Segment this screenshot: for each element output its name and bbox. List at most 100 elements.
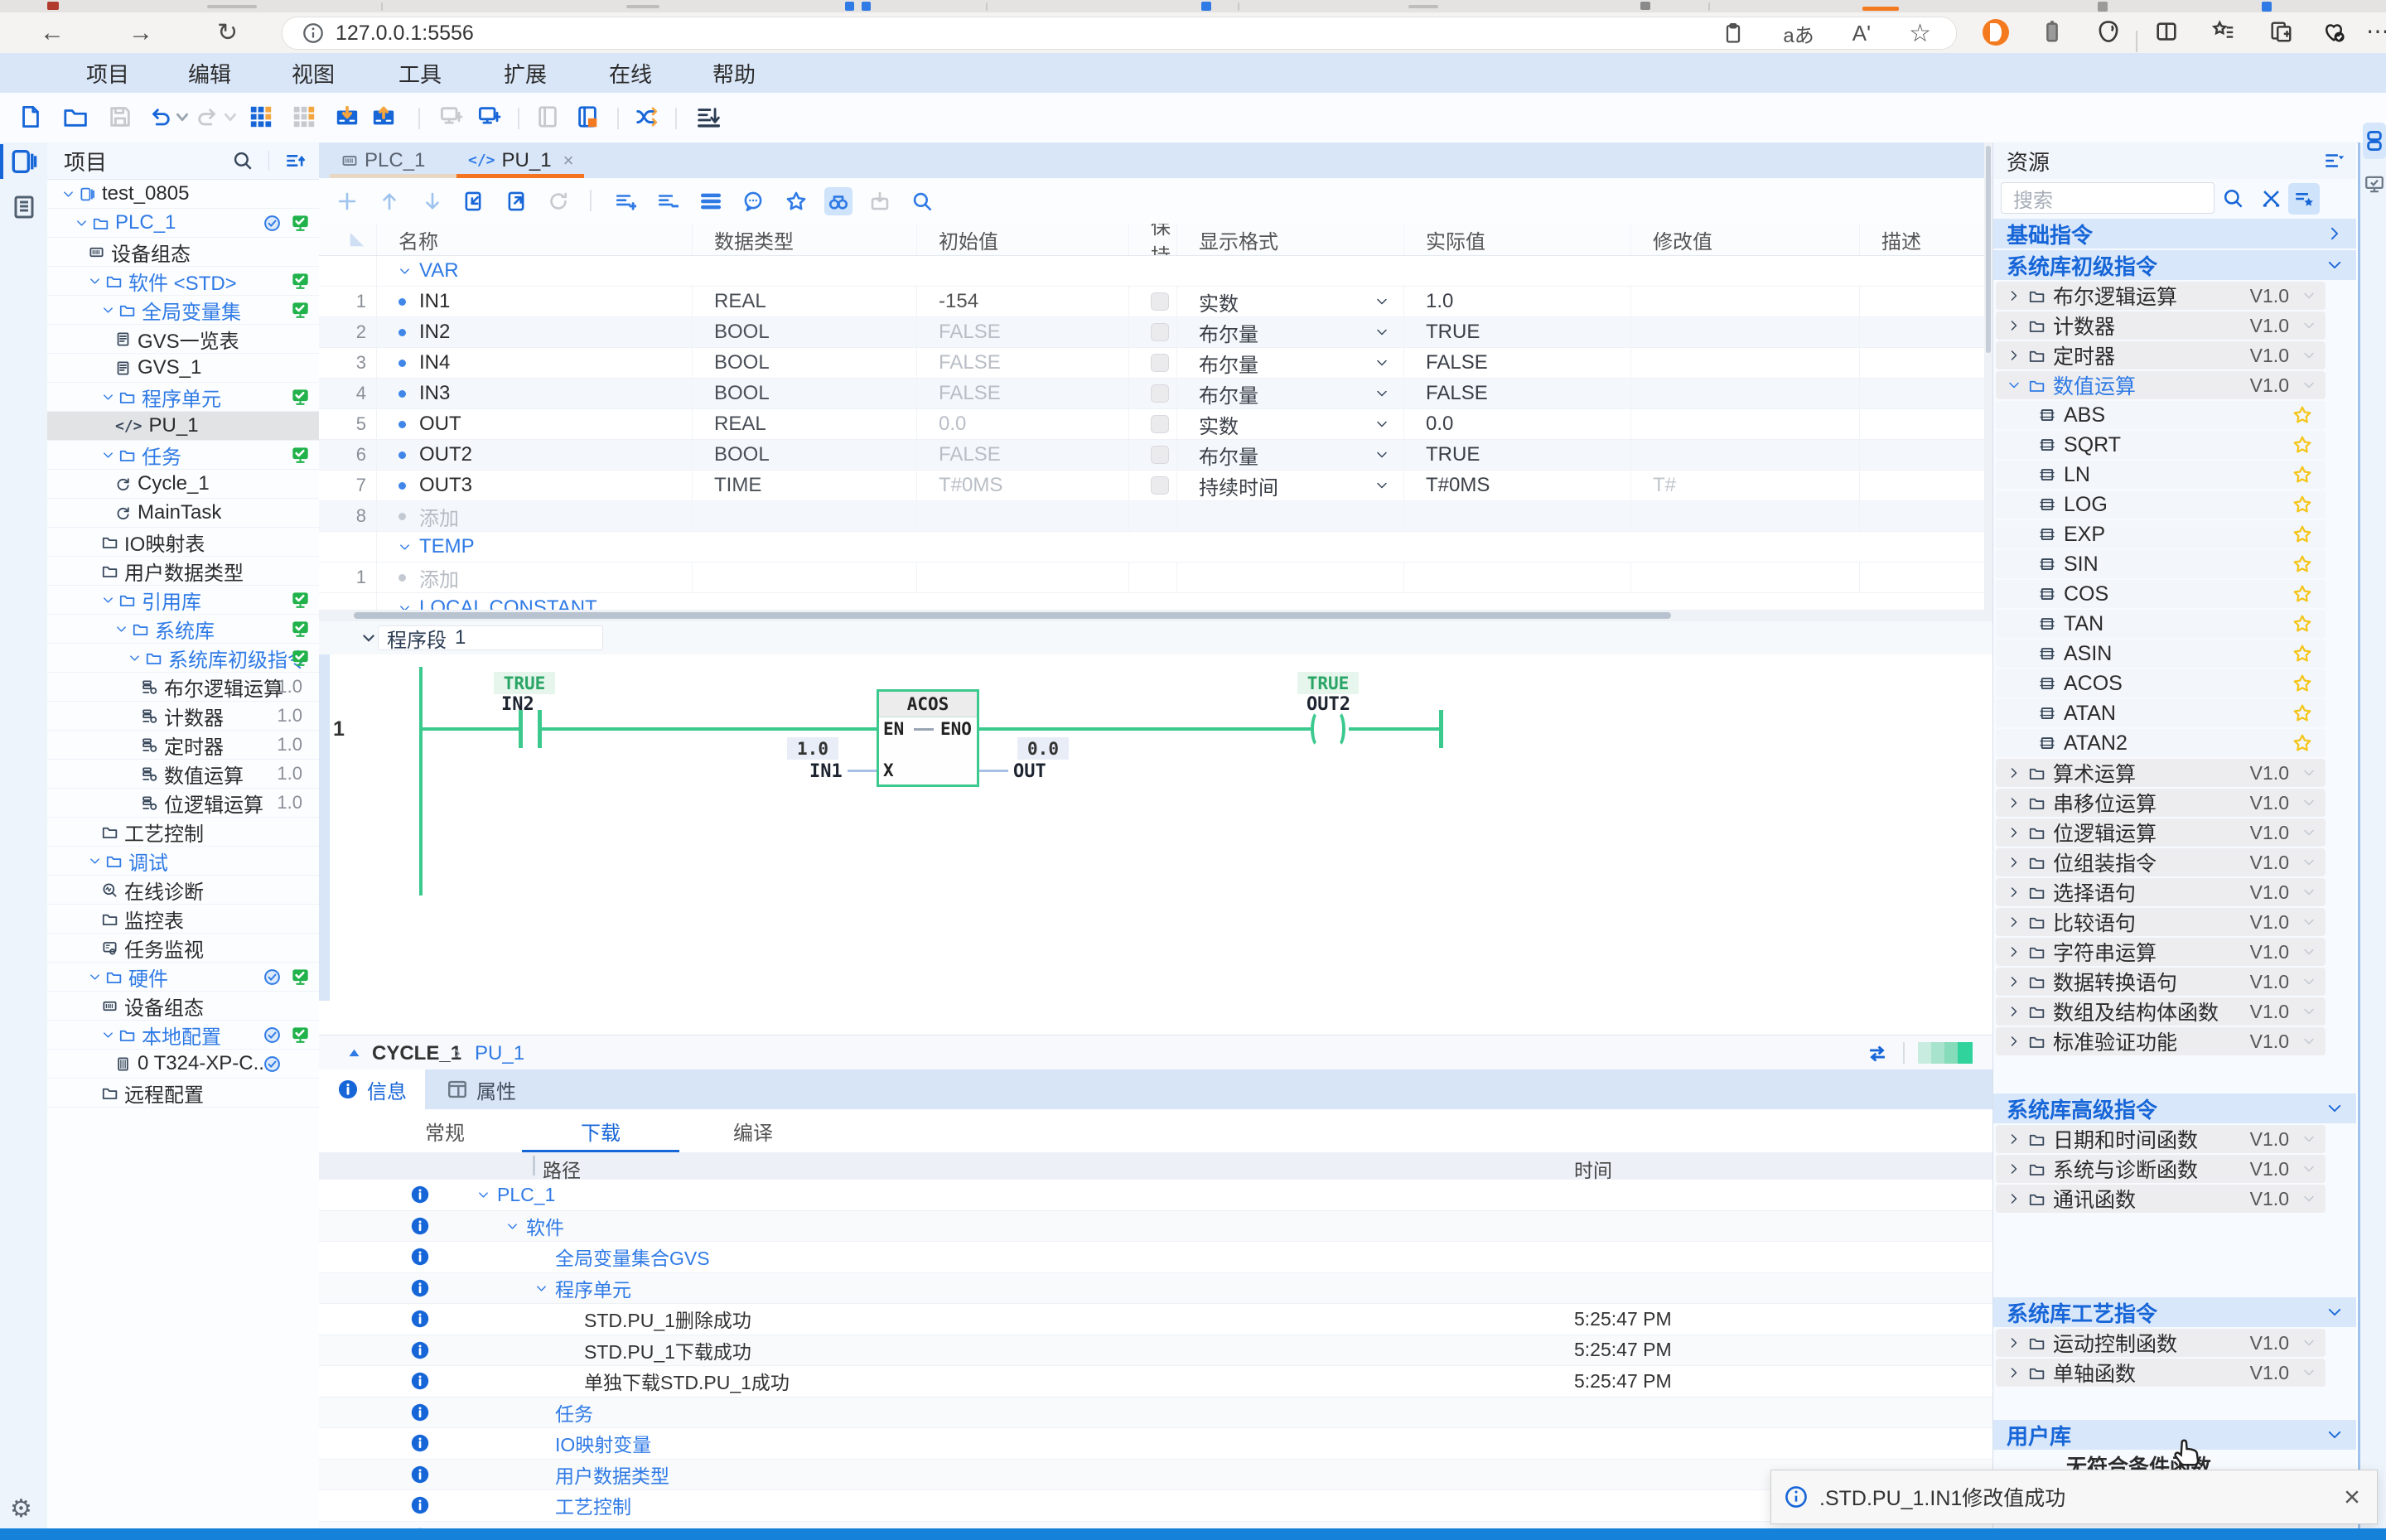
clipboard-icon[interactable] <box>1722 22 1745 45</box>
chevron-right-icon[interactable] <box>2007 1162 2021 1176</box>
tree-item--[interactable]: 全局变量集 <box>47 296 319 325</box>
retain-checkbox[interactable] <box>1151 415 1169 433</box>
chevron-down-icon[interactable] <box>1375 356 1389 369</box>
chevron-down-icon[interactable] <box>2302 319 2316 332</box>
cell-display-format[interactable]: 布尔量 <box>1177 348 1404 378</box>
chevron-down-icon[interactable] <box>102 304 114 316</box>
compile-grid-icon[interactable] <box>249 104 273 129</box>
add-variable-row[interactable]: 8添加 <box>319 501 1992 532</box>
cell-modify-value[interactable] <box>1631 287 1860 316</box>
input-operand-label[interactable]: IN1 <box>809 761 843 782</box>
project-panel-icon[interactable] <box>10 147 38 176</box>
favorite-star-icon[interactable] <box>2292 614 2312 634</box>
chevron-down-icon[interactable] <box>89 275 101 287</box>
extension-battery-icon[interactable] <box>2040 19 2065 44</box>
retain-checkbox[interactable] <box>1151 446 1169 464</box>
table-vertical-scrollbar[interactable] <box>1984 142 1992 610</box>
chevron-down-icon[interactable] <box>2302 289 2316 302</box>
list-view-icon[interactable] <box>697 187 725 215</box>
log-row[interactable]: 任务 <box>319 1398 1992 1429</box>
resources-search-input[interactable]: 搜索 <box>2001 182 2215 214</box>
variable-row-out3[interactable]: 7OUT3TIMET#0MS持续时间T#0MST# <box>319 471 1992 501</box>
chevron-down-icon[interactable] <box>2302 1035 2316 1048</box>
tree-item--[interactable]: 远程配置 <box>47 1079 319 1108</box>
redo-icon[interactable] <box>196 104 220 129</box>
tree-item-gvs-[interactable]: GVS一览表 <box>47 325 319 354</box>
tree-item--[interactable]: 程序单元 <box>47 383 319 412</box>
chevron-down-icon[interactable] <box>535 1282 548 1295</box>
sync-values-icon[interactable] <box>1867 1043 1888 1064</box>
cell-display-format[interactable]: 实数 <box>1177 287 1404 316</box>
log-link[interactable]: 程序单元 <box>555 1274 631 1302</box>
tree-item--[interactable]: 设备组态 <box>47 992 319 1021</box>
insert-network-icon[interactable] <box>611 187 640 215</box>
chevron-right-icon[interactable] <box>2007 975 2021 988</box>
favorite-star-icon[interactable] <box>2292 495 2312 514</box>
tree-item--[interactable]: 调试 <box>47 847 319 876</box>
chevron-down-icon[interactable] <box>2302 379 2316 392</box>
log-row[interactable]: 单独下载STD.PU_1成功5:25:47 PM <box>319 1366 1992 1398</box>
translate-icon[interactable]: aあ <box>1783 19 1814 48</box>
cell-display-format[interactable]: 布尔量 <box>1177 379 1404 408</box>
select-all-corner[interactable] <box>319 224 377 255</box>
chevron-down-icon[interactable] <box>102 449 114 461</box>
log-link[interactable]: 全局变量集合GVS <box>555 1243 710 1271</box>
redo-arrow-icon[interactable] <box>218 104 243 129</box>
chevron-down-icon[interactable] <box>2302 1162 2316 1176</box>
favorites-bar-icon[interactable] <box>2210 19 2235 44</box>
cell-display-format[interactable] <box>1177 562 1404 592</box>
compare-icon[interactable] <box>635 104 659 129</box>
search-icon[interactable] <box>2222 187 2244 210</box>
chevron-down-icon[interactable] <box>89 855 101 867</box>
coil-label[interactable]: OUT2 <box>1307 694 1350 715</box>
cell-modify-value[interactable] <box>1631 348 1860 378</box>
tree-item--[interactable]: 设备组态 <box>47 238 319 267</box>
resources-folder-选择语句[interactable]: 选择语句V1.0 <box>1996 878 2326 906</box>
tree-item--[interactable]: 监控表 <box>47 905 319 934</box>
compile-all-icon[interactable] <box>292 104 316 129</box>
chevron-right-icon[interactable] <box>2007 1005 2021 1018</box>
project-search-icon[interactable] <box>232 150 254 171</box>
menu-item-4[interactable]: 工具 <box>398 53 442 93</box>
variable-row-out[interactable]: 5OUTREAL0.0实数0.0 <box>319 409 1992 440</box>
chevron-right-icon[interactable] <box>2007 826 2021 839</box>
chevron-down-icon[interactable] <box>2326 257 2343 273</box>
resources-sort-icon[interactable] <box>2323 150 2345 171</box>
sort-download-icon[interactable] <box>696 104 721 129</box>
chevron-down-icon[interactable] <box>2302 826 2316 839</box>
resources-folder-数组及结构体函数[interactable]: 数组及结构体函数V1.0 <box>1996 997 2326 1026</box>
add-label[interactable]: 添加 <box>419 502 459 531</box>
chevron-down-icon[interactable] <box>2302 796 2316 809</box>
download-device-icon[interactable] <box>335 104 360 129</box>
cell-modify-value[interactable] <box>1631 440 1860 470</box>
online-monitor-icon[interactable] <box>477 104 502 129</box>
chevron-down-icon[interactable] <box>89 971 101 983</box>
add-variable-icon[interactable] <box>333 187 361 215</box>
tree-item-pu_1[interactable]: </>PU_1 <box>47 412 319 441</box>
function-item-abs[interactable]: ABS <box>1996 401 2326 429</box>
card-offline-icon[interactable] <box>535 104 560 129</box>
resources-folder-算术运算[interactable]: 算术运算V1.0 <box>1996 759 2326 787</box>
dock-windows-icon[interactable] <box>2363 123 2386 159</box>
chevron-down-icon[interactable] <box>2007 379 2021 392</box>
site-info-icon[interactable] <box>302 22 324 44</box>
log-row[interactable]: STD.PU_1删除成功5:25:47 PM <box>319 1304 1992 1335</box>
favorite-star-icon[interactable] <box>2292 584 2312 604</box>
log-link[interactable]: 工艺控制 <box>555 1491 631 1519</box>
chevron-down-icon[interactable] <box>2302 1192 2316 1205</box>
resources-folder-比较语句[interactable]: 比较语句V1.0 <box>1996 908 2326 936</box>
chevron-down-icon[interactable] <box>1375 418 1389 431</box>
tree-item-gvs_1[interactable]: GVS_1 <box>47 354 319 383</box>
tree-item--[interactable]: 在线诊断 <box>47 876 319 905</box>
chevron-down-icon[interactable] <box>398 541 411 553</box>
chevron-down-icon[interactable] <box>2302 1366 2316 1379</box>
resources-folder-通讯函数[interactable]: 通讯函数V1.0 <box>1996 1185 2326 1213</box>
breadcrumb-task[interactable]: CYCLE_1 <box>372 1042 461 1065</box>
chevron-down-icon[interactable] <box>2302 945 2316 958</box>
log-link[interactable]: 任务 <box>555 1398 593 1427</box>
resources-section-系统库初级指令[interactable]: 系统库初级指令 <box>1993 250 2356 280</box>
chevron-right-icon[interactable] <box>2007 1035 2021 1048</box>
cell-display-format[interactable] <box>1177 501 1404 531</box>
log-link[interactable]: 软件 <box>526 1212 564 1240</box>
retain-checkbox[interactable] <box>1151 384 1169 403</box>
